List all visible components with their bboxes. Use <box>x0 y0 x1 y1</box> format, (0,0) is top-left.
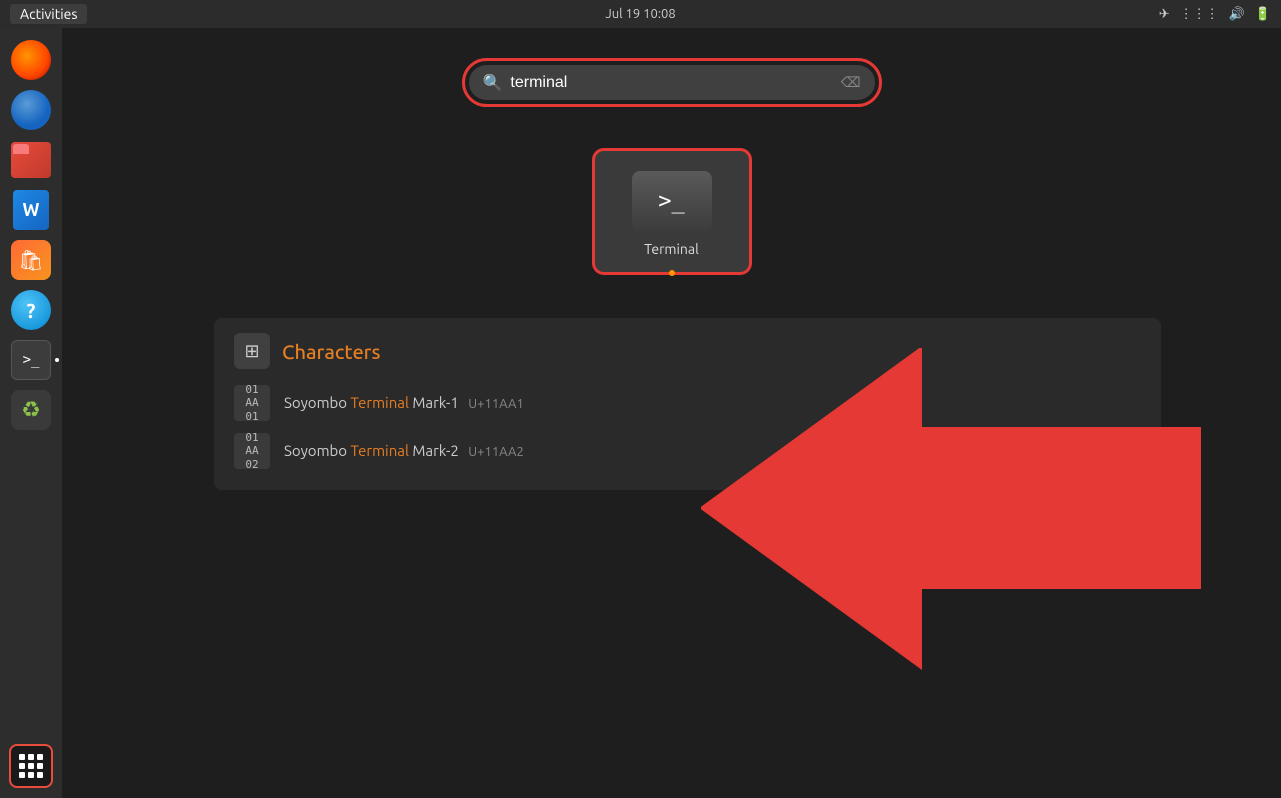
sidebar-item-help[interactable]: ? <box>9 288 53 332</box>
sidebar-item-trash[interactable]: ♻ <box>9 388 53 432</box>
char-item-1[interactable]: 01AA01 Soyombo Terminal Mark-1 U+11AA1 <box>234 379 1141 427</box>
terminal-app-result[interactable]: >_ Terminal <box>592 148 752 275</box>
terminal-active-dot <box>669 270 675 276</box>
trash-icon: ♻ <box>11 390 51 430</box>
datetime-display: Jul 19 10:08 <box>605 7 675 21</box>
search-bar: 🔍 ⌫ <box>469 65 875 100</box>
search-highlight: 🔍 ⌫ <box>462 58 882 107</box>
characters-app-icon: ⊞ <box>234 333 270 369</box>
char-code-2: U+11AA2 <box>468 445 524 459</box>
activities-button[interactable]: Activities <box>10 4 87 24</box>
characters-title: Characters <box>282 340 381 363</box>
files-icon <box>11 142 51 178</box>
sidebar-item-files[interactable] <box>9 138 53 182</box>
char-preview-1: 01AA01 <box>234 385 270 421</box>
firefox-icon <box>11 40 51 80</box>
sidebar-dock: W 🛍 ? >_ ♻ <box>0 28 62 798</box>
topbar-status-icons: ✈ ⋮⋮⋮ 🔊 🔋 <box>1159 7 1271 22</box>
terminal-app-icon: >_ <box>632 171 712 231</box>
search-clear-button[interactable]: ⌫ <box>841 74 861 91</box>
sidebar-item-firefox[interactable] <box>9 38 53 82</box>
search-input[interactable] <box>510 74 832 92</box>
terminal-dock-icon: >_ <box>11 340 51 380</box>
sidebar-item-thunderbird[interactable] <box>9 88 53 132</box>
char-name-2: Soyombo Terminal Mark-2 U+11AA2 <box>284 442 524 460</box>
characters-section: ⊞ Characters 01AA01 Soyombo Terminal Mar… <box>214 318 1161 490</box>
main-content: 🔍 ⌫ >_ Terminal ⊞ Characters 01AA01 Soyo… <box>62 28 1281 798</box>
char-preview-2: 01AA02 <box>234 433 270 469</box>
appstore-icon: 🛍 <box>11 240 51 280</box>
topbar: Activities Jul 19 10:08 ✈ ⋮⋮⋮ 🔊 🔋 <box>0 0 1281 28</box>
battery-icon: 🔋 <box>1255 7 1271 22</box>
search-icon: 🔍 <box>483 73 503 92</box>
sidebar-item-appstore[interactable]: 🛍 <box>9 238 53 282</box>
show-applications-button[interactable] <box>9 744 53 788</box>
char-item-2[interactable]: 01AA02 Soyombo Terminal Mark-2 U+11AA2 <box>234 427 1141 475</box>
writer-icon: W <box>13 190 49 230</box>
char-results: 01AA01 Soyombo Terminal Mark-1 U+11AA1 0… <box>234 379 1141 475</box>
thunderbird-icon <box>11 90 51 130</box>
char-name-1: Soyombo Terminal Mark-1 U+11AA1 <box>284 394 524 412</box>
search-container: 🔍 ⌫ <box>462 58 882 107</box>
characters-header: ⊞ Characters <box>234 333 1141 369</box>
volume-icon: 🔊 <box>1229 7 1245 22</box>
network-icon: ⋮⋮⋮ <box>1180 7 1219 22</box>
airplane-icon: ✈ <box>1159 7 1170 22</box>
char-code-1: U+11AA1 <box>468 397 524 411</box>
terminal-app-label: Terminal <box>644 241 699 257</box>
activities-label: Activities <box>20 6 77 22</box>
sidebar-item-terminal[interactable]: >_ <box>9 338 53 382</box>
help-icon: ? <box>11 290 51 330</box>
sidebar-item-writer[interactable]: W <box>9 188 53 232</box>
grid-dots-icon <box>19 754 43 778</box>
